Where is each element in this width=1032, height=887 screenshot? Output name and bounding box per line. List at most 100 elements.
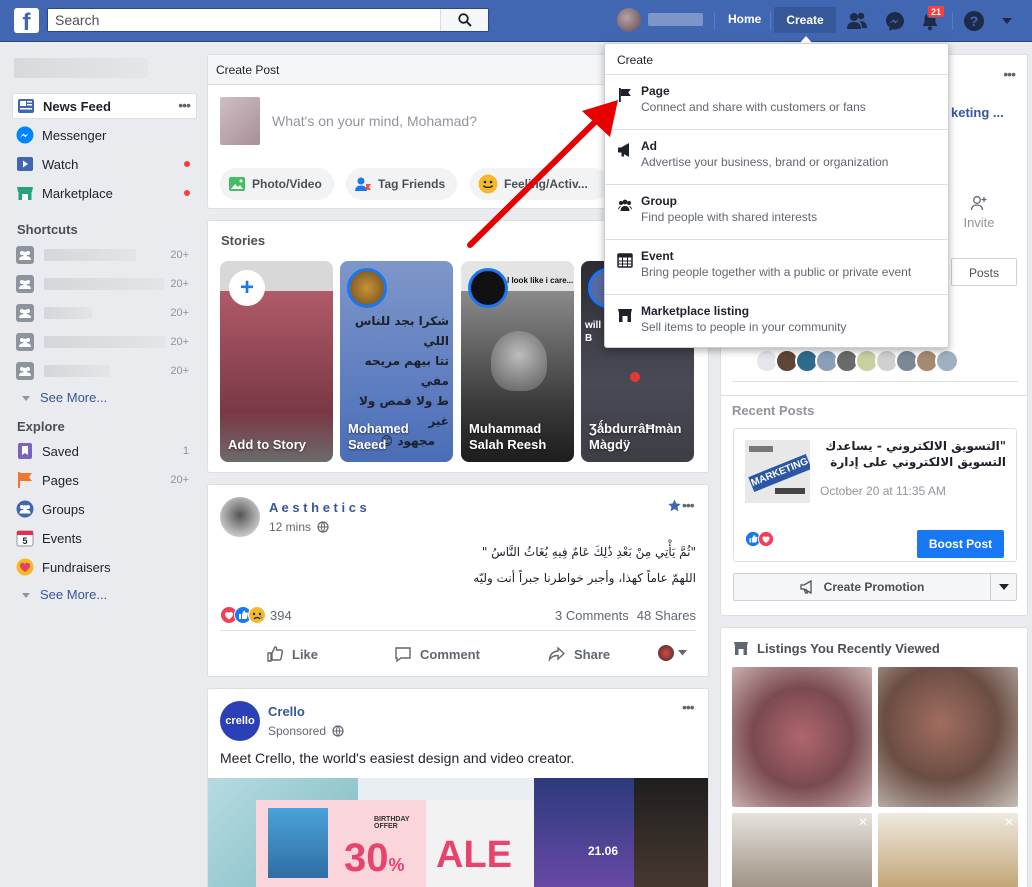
new-activity-dot xyxy=(184,161,190,167)
explore-title: Explore xyxy=(17,419,65,434)
share-button[interactable]: Share xyxy=(548,645,610,663)
profile-avatar[interactable] xyxy=(617,8,641,32)
shares-count-link[interactable]: 48 Shares xyxy=(637,608,696,623)
share-label: Share xyxy=(574,646,611,662)
create-promotion-split-button: Create Promotion xyxy=(733,573,1017,601)
recent-posts-title: Recent Posts xyxy=(732,403,815,418)
nav-item-events[interactable]: 5 Events xyxy=(12,525,197,551)
story-card[interactable]: شكرا بجد للناس اللي تتا بيهم مريحه مفي ط… xyxy=(340,261,453,462)
shortcuts-see-more-link[interactable]: See More... xyxy=(21,390,107,405)
tag-friends-button[interactable]: Tag Friends xyxy=(346,168,458,200)
author-avatar[interactable] xyxy=(220,497,260,537)
nav-item-pages[interactable]: Pages 20+ xyxy=(12,467,197,493)
nav-item-groups[interactable]: Groups xyxy=(12,496,197,522)
follower-avatars[interactable] xyxy=(755,349,959,373)
create-marketplace-listing-menu-item[interactable]: Marketplace listing Sell items to people… xyxy=(605,294,948,349)
recent-post-text[interactable]: "التسويق الالكتروني - يساعدك التسويق الا… xyxy=(820,438,1006,472)
photo-video-button[interactable]: Photo/Video xyxy=(220,168,334,200)
listing-image[interactable] xyxy=(878,667,1018,807)
sponsored-label[interactable]: Sponsored xyxy=(268,724,326,738)
group-icon xyxy=(15,332,35,352)
create-page-menu-item[interactable]: Page Connect and share with customers or… xyxy=(605,74,948,129)
story-text-line: تتا بيهم مريحه مفي xyxy=(364,354,449,388)
messenger-icon[interactable] xyxy=(884,10,906,32)
ad-options-icon[interactable]: ••• xyxy=(682,699,695,715)
like-label: Like xyxy=(292,646,319,662)
shortcut-item[interactable]: 20+ xyxy=(12,242,197,268)
friend-requests-icon[interactable] xyxy=(846,10,868,32)
create-ad-menu-item[interactable]: Ad Advertise your business, brand or org… xyxy=(605,129,948,184)
shortcut-item[interactable]: 20+ xyxy=(12,300,197,326)
comment-button[interactable]: Comment xyxy=(394,645,480,663)
story-card[interactable]: I look like i care... Muhammad Salah Rees… xyxy=(461,261,574,462)
shortcut-item[interactable]: 20+ xyxy=(12,358,197,384)
nav-label: Marketplace xyxy=(42,185,113,201)
create-promotion-button[interactable]: Create Promotion xyxy=(734,574,990,600)
recent-post-date: October 20 at 11:35 AM xyxy=(820,484,946,498)
star-icon[interactable] xyxy=(668,499,681,512)
home-link[interactable]: Home xyxy=(728,12,761,26)
page-options-icon[interactable]: ••• xyxy=(1003,66,1016,82)
account-menu-caret-icon[interactable] xyxy=(1000,14,1014,28)
help-icon[interactable]: ? xyxy=(963,10,985,32)
listings-header: Listings You Recently Viewed xyxy=(733,640,940,656)
more-options-icon[interactable]: ••• xyxy=(178,97,191,113)
reactions-summary[interactable]: 394 xyxy=(220,606,292,624)
search-button[interactable] xyxy=(440,9,488,31)
explore-see-more-link[interactable]: See More... xyxy=(21,587,107,602)
profile-name-redacted[interactable] xyxy=(648,13,703,26)
post-composer-input[interactable]: What's on your mind, Mohamad? xyxy=(272,113,477,129)
react-as-selector[interactable] xyxy=(658,645,687,661)
listing-image[interactable]: ✕ xyxy=(732,813,872,887)
facebook-logo-icon[interactable]: f xyxy=(14,8,39,33)
search-box[interactable] xyxy=(47,8,489,32)
post-options-icon[interactable]: ••• xyxy=(682,497,695,513)
creative-sale-text: ALE xyxy=(436,834,512,876)
messenger-icon xyxy=(15,125,35,145)
post-meta: 12 mins xyxy=(269,520,329,534)
nav-item-watch[interactable]: Watch xyxy=(12,151,197,177)
listing-image[interactable]: ✕ xyxy=(878,813,1018,887)
megaphone-icon xyxy=(800,580,812,594)
page-name-link[interactable]: keting ... xyxy=(951,105,1004,120)
create-button[interactable]: Create xyxy=(774,7,836,33)
nav-label: Saved xyxy=(42,443,79,459)
ad-creative-image[interactable]: BIRTHDAY OFFER 30% ALE 21.06 xyxy=(208,778,708,887)
search-input[interactable] xyxy=(48,9,448,31)
promotion-options-dropdown[interactable] xyxy=(990,574,1016,600)
crello-logo[interactable]: crello xyxy=(220,701,260,741)
like-button[interactable]: Like xyxy=(266,645,318,663)
post-time[interactable]: 12 mins xyxy=(269,520,311,534)
notification-count-badge: 21 xyxy=(927,5,946,18)
shortcut-item[interactable]: 20+ xyxy=(12,329,197,355)
recent-post-item[interactable]: MARKETING "التسويق الالكتروني - يساعدك ا… xyxy=(733,428,1017,562)
story-author: Mohamed Saeed xyxy=(348,421,409,453)
posts-tab-button[interactable]: Posts xyxy=(951,258,1017,286)
ad-author-link[interactable]: Crello xyxy=(268,704,305,719)
nav-item-saved[interactable]: Saved 1 xyxy=(12,438,197,464)
shortcuts-title: Shortcuts xyxy=(17,222,78,237)
post-text-line-1: "ثُمَّ يَأْتِي مِنْ بَعْدِ ذَٰلِكَ عَامٌ… xyxy=(481,545,696,559)
shortcut-name-redacted xyxy=(44,278,164,290)
post-author-link[interactable]: A e s t h e t i c s xyxy=(269,500,367,515)
invite-button[interactable]: Invite xyxy=(950,194,1008,230)
nav-item-news-feed[interactable]: News Feed ••• xyxy=(12,93,197,119)
profile-name-redacted[interactable] xyxy=(14,58,148,78)
menu-item-desc: Bring people together with a public or p… xyxy=(641,265,912,279)
nav-item-fundraisers[interactable]: Fundraisers xyxy=(12,554,197,580)
thumbnail-tile xyxy=(775,488,805,494)
boost-post-button[interactable]: Boost Post xyxy=(917,530,1004,558)
nav-item-messenger[interactable]: Messenger xyxy=(12,122,197,148)
shortcut-item[interactable]: 20+ xyxy=(12,271,197,297)
close-icon[interactable]: ✕ xyxy=(858,815,868,829)
add-to-story-card[interactable]: + Add to Story xyxy=(220,261,333,462)
add-to-story-label: Add to Story xyxy=(228,437,306,452)
close-icon[interactable]: ✕ xyxy=(1004,815,1014,829)
comments-count-link[interactable]: 3 Comments xyxy=(555,608,629,623)
create-group-menu-item[interactable]: Group Find people with shared interests xyxy=(605,184,948,239)
recent-post-reactions[interactable] xyxy=(745,531,774,547)
create-event-menu-item[interactable]: Event Bring people together with a publi… xyxy=(605,239,948,294)
nav-item-marketplace[interactable]: Marketplace xyxy=(12,180,197,206)
listing-image[interactable] xyxy=(732,667,872,807)
menu-item-desc: Connect and share with customers or fans xyxy=(641,100,866,114)
